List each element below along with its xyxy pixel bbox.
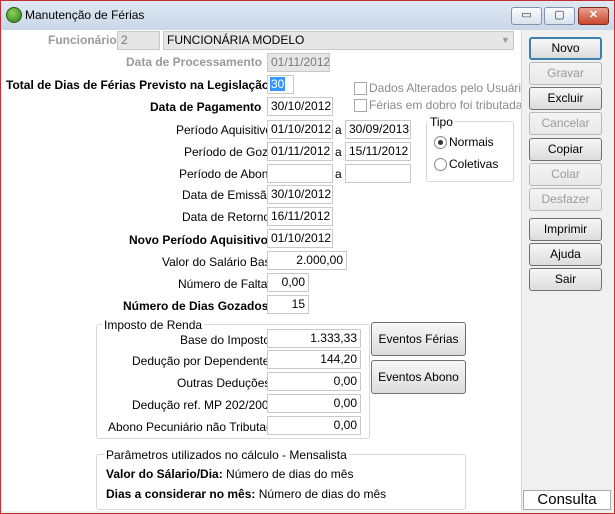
ajuda-button[interactable]: Ajuda xyxy=(529,243,602,266)
excluir-button[interactable]: Excluir xyxy=(529,87,602,110)
parametros-group-label: Parâmetros utilizados no cálculo - Mensa… xyxy=(104,448,349,462)
dias-considerar-value: Número de dias do mês xyxy=(258,487,387,501)
gozo-from-field[interactable]: 01/11/2012 xyxy=(267,142,333,161)
gozo-to-field[interactable]: 15/11/2012 xyxy=(345,142,411,161)
radio-coletivas[interactable] xyxy=(434,158,447,171)
faltas-label: Número de Faltas xyxy=(178,277,274,291)
cancelar-button[interactable]: Cancelar xyxy=(529,112,602,135)
tipo-group-label: Tipo xyxy=(428,115,455,129)
salario-field[interactable]: 2.000,00 xyxy=(267,251,347,270)
ferias-dobro-checkbox[interactable] xyxy=(354,99,367,112)
total-dias-value: 30 xyxy=(270,77,286,91)
imprimir-button[interactable]: Imprimir xyxy=(529,218,602,241)
gozo-sep: a xyxy=(335,145,342,159)
base-imposto-label: Base do Imposto xyxy=(180,333,271,347)
status-indicator: Consulta xyxy=(523,490,611,510)
radio-normais[interactable] xyxy=(434,136,447,149)
aquisitivo-sep: a xyxy=(335,123,342,137)
processamento-field: 01/11/2012 xyxy=(267,53,330,72)
title-bar: Manutenção de Férias ▭ ▢ ✕ xyxy=(1,1,614,30)
dias-considerar-row: Dias a considerar no mês: Número de dias… xyxy=(106,487,386,501)
novo-periodo-field[interactable]: 01/10/2012 xyxy=(267,229,333,248)
eventos-abono-button[interactable]: Eventos Abono xyxy=(371,360,466,394)
main-window: Manutenção de Férias ▭ ▢ ✕ Funcionário 2… xyxy=(0,0,615,514)
dependentes-label: Dedução por Dependentes xyxy=(132,354,276,368)
funcionario-label: Funcionário xyxy=(48,33,117,47)
tipo-group xyxy=(426,121,514,182)
emissao-label: Data de Emissão xyxy=(182,188,274,202)
salario-dia-row: Valor do Sálario/Dia: Número de dias do … xyxy=(106,467,353,481)
dias-gozados-field[interactable]: 15 xyxy=(267,295,309,314)
abono-to-field[interactable] xyxy=(345,164,411,183)
base-imposto-field[interactable]: 1.333,33 xyxy=(267,329,361,348)
novo-button[interactable]: Novo xyxy=(529,37,602,60)
desfazer-button[interactable]: Desfazer xyxy=(529,188,602,211)
app-icon xyxy=(6,7,22,23)
retorno-field[interactable]: 16/11/2012 xyxy=(267,207,333,226)
mp-field[interactable]: 0,00 xyxy=(267,394,361,413)
retorno-label: Data de Retorno xyxy=(182,210,271,224)
abono-from-field[interactable] xyxy=(267,164,333,183)
gravar-button[interactable]: Gravar xyxy=(529,62,602,85)
salario-dia-value: Número de dias do mês xyxy=(226,467,354,481)
gozo-label: Período de Gozo xyxy=(184,145,275,159)
coletivas-label: Coletivas xyxy=(449,157,499,171)
funcionario-code-field[interactable]: 2 xyxy=(117,31,160,50)
processamento-label: Data de Processamento xyxy=(126,55,263,69)
copiar-button[interactable]: Copiar xyxy=(529,138,602,161)
sair-button[interactable]: Sair xyxy=(529,268,602,291)
parametros-group xyxy=(96,454,466,510)
total-dias-label: Total de Dias de Férias Previsto na Legi… xyxy=(6,78,270,92)
window-title: Manutenção de Férias xyxy=(25,8,145,22)
pagamento-field[interactable]: 30/10/2012 xyxy=(267,97,333,116)
pagamento-label: Data de Pagamento xyxy=(150,100,262,114)
eventos-ferias-button[interactable]: Eventos Férias xyxy=(371,322,466,356)
faltas-field[interactable]: 0,00 xyxy=(267,273,309,292)
total-dias-field[interactable]: 30 xyxy=(267,75,294,94)
novo-periodo-label: Novo Período Aquisitivo xyxy=(129,233,268,247)
chevron-down-icon[interactable]: ▼ xyxy=(500,35,511,46)
outras-deducoes-field[interactable]: 0,00 xyxy=(267,372,361,391)
dependentes-field[interactable]: 144,20 xyxy=(267,350,361,369)
abono-sep: a xyxy=(335,167,342,181)
abono-label: Período de Abono xyxy=(179,167,276,181)
normais-label: Normais xyxy=(449,135,494,149)
dias-gozados-label: Número de Dias Gozados xyxy=(123,299,269,313)
aquisitivo-to-field[interactable]: 30/09/2013 xyxy=(345,120,411,139)
abono-pecuniario-field[interactable]: 0,00 xyxy=(267,416,361,435)
colar-button[interactable]: Colar xyxy=(529,163,602,186)
maximize-button[interactable]: ▢ xyxy=(544,7,575,25)
funcionario-name: FUNCIONÁRIA MODELO xyxy=(167,33,305,47)
imposto-group-label: Imposto de Renda xyxy=(102,318,205,332)
emissao-field[interactable]: 30/10/2012 xyxy=(267,185,333,204)
aquisitivo-label: Período Aquisitivo xyxy=(176,123,273,137)
ferias-dobro-label: Férias em dobro foi tributada xyxy=(369,98,523,112)
salario-dia-label: Valor do Sálario/Dia: xyxy=(106,467,223,481)
mp-label: Dedução ref. MP 202/2004 xyxy=(132,398,276,412)
funcionario-combo[interactable]: FUNCIONÁRIA MODELO ▼ xyxy=(163,31,514,50)
close-button[interactable]: ✕ xyxy=(578,7,609,25)
dados-alterados-checkbox[interactable] xyxy=(354,82,367,95)
aquisitivo-from-field[interactable]: 01/10/2012 xyxy=(267,120,333,139)
outras-deducoes-label: Outras Deduções xyxy=(177,376,271,390)
dias-considerar-label: Dias a considerar no mês: xyxy=(106,487,256,501)
salario-label: Valor do Salário Base xyxy=(162,255,278,269)
abono-pecuniario-label: Abono Pecuniário não Tributado xyxy=(108,420,280,434)
minimize-button[interactable]: ▭ xyxy=(511,7,542,25)
form-area: Funcionário 2 FUNCIONÁRIA MODELO ▼ Data … xyxy=(2,30,528,511)
button-panel: Novo Gravar Excluir Cancelar Copiar Cola… xyxy=(521,30,614,511)
dados-alterados-label: Dados Alterados pelo Usuário xyxy=(369,81,528,95)
